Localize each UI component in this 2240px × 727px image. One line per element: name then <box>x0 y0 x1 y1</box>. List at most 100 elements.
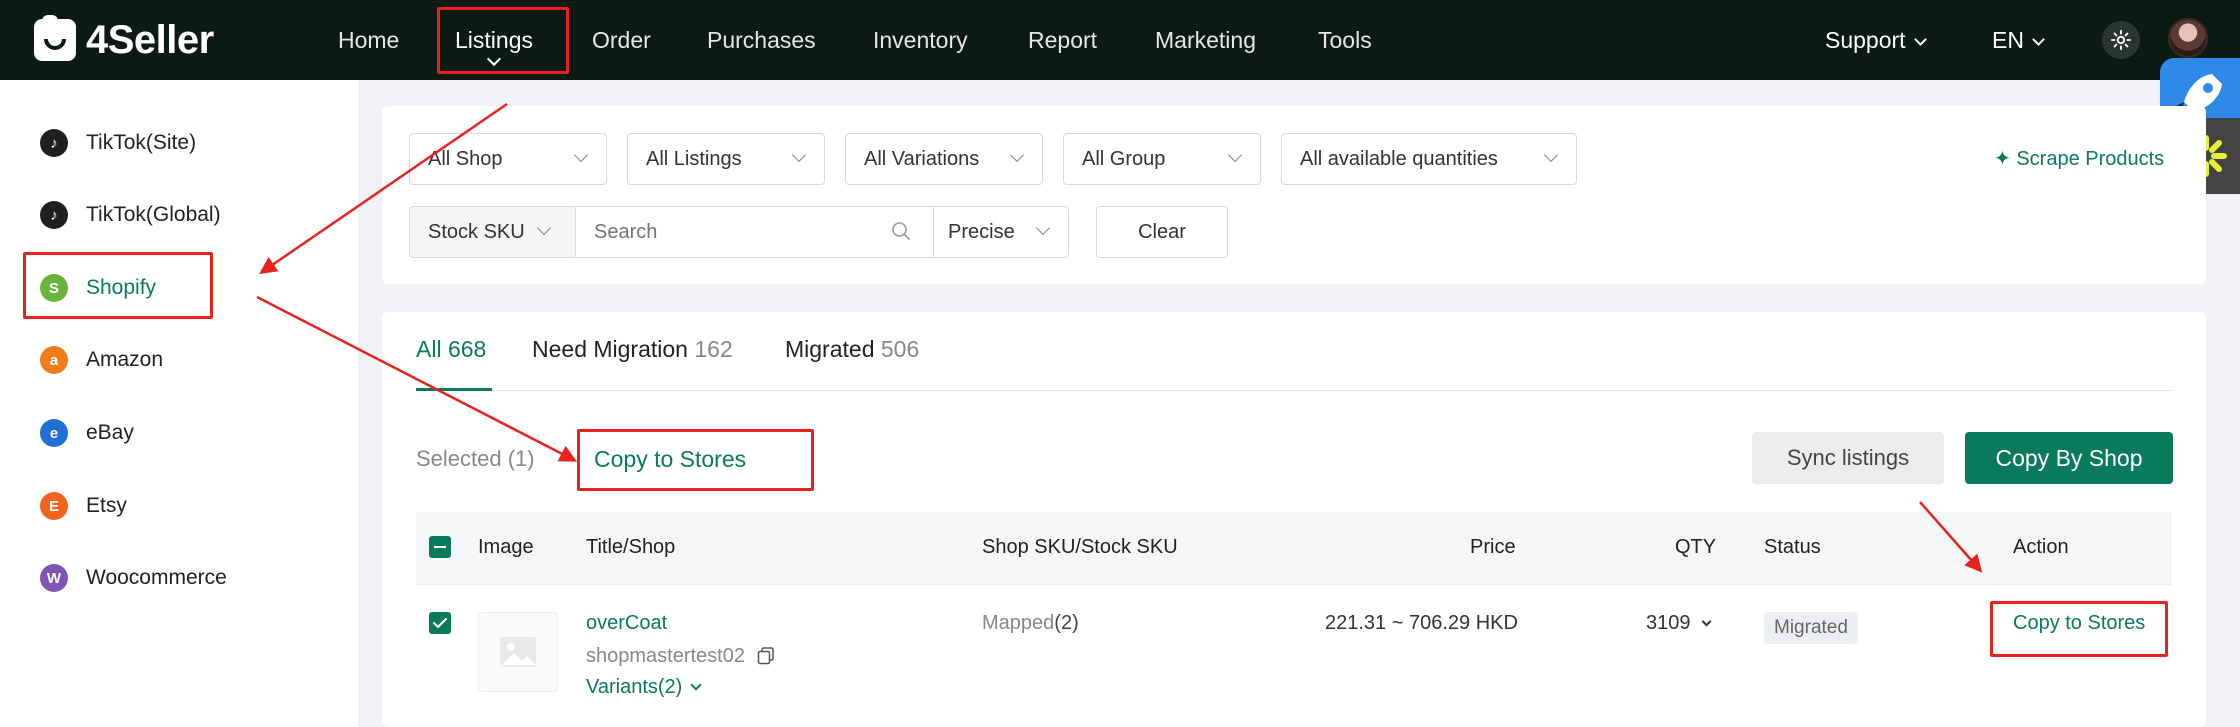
chevron-down-icon <box>536 220 552 236</box>
chevron-down-icon <box>1035 220 1051 236</box>
chevron-down-icon <box>1009 147 1025 163</box>
nav-report[interactable]: Report <box>1028 0 1097 80</box>
tab-label: Need Migration <box>532 336 688 362</box>
ebay-icon: e <box>40 419 68 447</box>
nav-tools[interactable]: Tools <box>1318 0 1372 80</box>
sku-mapping-label: Mapped <box>982 612 1055 634</box>
variations-select[interactable]: All Variations <box>845 133 1043 185</box>
nav-order[interactable]: Order <box>592 0 651 80</box>
group-select[interactable]: All Group <box>1063 133 1261 185</box>
sidebar-item-label: Etsy <box>86 494 127 517</box>
col-price: Price <box>1470 536 1516 558</box>
tab-count: 668 <box>447 336 487 362</box>
variants-toggle[interactable]: Variants(2) <box>586 676 702 699</box>
nav-marketing[interactable]: Marketing <box>1155 0 1256 80</box>
sku-mapping-count: (2) <box>1054 612 1079 634</box>
shop-select[interactable]: All Shop <box>409 133 607 185</box>
nav-listings[interactable]: Listings <box>455 0 533 80</box>
col-qty: QTY <box>1675 536 1717 558</box>
col-action: Action <box>2013 536 2069 558</box>
chevron-down-icon <box>573 147 589 163</box>
sidebar-item-ebay[interactable]: e eBay <box>40 416 134 450</box>
active-tab-indicator <box>416 388 492 391</box>
logo-text: 4Seller <box>86 17 214 62</box>
chevron-down-icon <box>791 147 807 163</box>
sku-mapping[interactable]: Mapped(2) <box>982 612 1079 635</box>
image-icon <box>500 637 536 667</box>
search-input[interactable] <box>575 206 934 258</box>
tab-all[interactable]: All 668 <box>416 336 486 363</box>
nav-purchases[interactable]: Purchases <box>707 0 816 80</box>
clear-button[interactable]: Clear <box>1096 206 1228 258</box>
etsy-icon: E <box>40 492 68 520</box>
price-range: 221.31 ~ 706.29 HKD <box>1325 612 1518 634</box>
gear-icon[interactable] <box>2102 21 2140 59</box>
select-all-checkbox[interactable] <box>429 536 451 558</box>
status-badge: Migrated <box>1764 612 1858 644</box>
sync-listings-button[interactable]: Sync listings <box>1752 432 1944 484</box>
chevron-down-icon <box>486 51 502 67</box>
top-nav: 4Seller Home Listings Order Purchases In… <box>0 0 2240 80</box>
avatar[interactable] <box>2168 18 2208 58</box>
sidebar-item-amazon[interactable]: a Amazon <box>40 343 163 377</box>
scrape-products-link[interactable]: ✦ Scrape Products <box>1994 146 2164 171</box>
tab-need-migration[interactable]: Need Migration 162 <box>532 336 733 363</box>
sidebar-item-woocommerce[interactable]: W Woocommerce <box>40 561 227 595</box>
row-copy-to-stores-button[interactable]: Copy to Stores <box>2013 612 2145 635</box>
variations-select-value: All Variations <box>864 148 980 170</box>
bag-logo-icon <box>34 15 76 61</box>
nav-support[interactable]: Support <box>1825 0 1927 80</box>
nav-inventory[interactable]: Inventory <box>873 0 968 80</box>
group-select-value: All Group <box>1082 148 1166 170</box>
sidebar-item-label: TikTok(Site) <box>86 131 197 154</box>
product-title-link[interactable]: overCoat <box>586 612 667 635</box>
sidebar-item-etsy[interactable]: E Etsy <box>40 489 127 523</box>
nav-language[interactable]: EN <box>1992 0 2045 80</box>
tab-label: Migrated <box>785 336 875 362</box>
copy-icon[interactable] <box>757 647 775 671</box>
sidebar-item-label: Amazon <box>86 348 164 371</box>
match-mode-select[interactable]: Precise <box>933 206 1069 258</box>
nav-home[interactable]: Home <box>338 0 399 80</box>
copy-by-shop-button[interactable]: Copy By Shop <box>1965 432 2173 484</box>
qty-dropdown[interactable]: 3109 <box>1646 612 1711 635</box>
chevron-down-icon <box>1913 33 1927 46</box>
col-sku: Shop SKU/Stock SKU <box>982 536 1178 558</box>
sidebar <box>0 80 358 727</box>
nav-language-label: EN <box>1992 27 2024 53</box>
sidebar-item-label: eBay <box>86 421 134 444</box>
logo[interactable]: 4Seller <box>34 15 214 62</box>
selected-count: Selected (1) <box>416 446 535 471</box>
product-shop: shopmastertest02 <box>586 644 775 668</box>
sidebar-item-tiktok-global[interactable]: ♪ TikTok(Global) <box>40 198 221 232</box>
sidebar-item-tiktok-site[interactable]: ♪ TikTok(Site) <box>40 126 196 160</box>
sidebar-item-shopify[interactable]: S Shopify <box>40 271 156 305</box>
tab-count: 162 <box>694 336 733 362</box>
chevron-down-icon <box>690 679 702 691</box>
quantities-select[interactable]: All available quantities <box>1281 133 1577 185</box>
nav-listings-label: Listings <box>455 27 533 53</box>
sidebar-item-label: TikTok(Global) <box>86 203 221 226</box>
copy-to-stores-button[interactable]: Copy to Stores <box>594 446 746 473</box>
quantities-select-value: All available quantities <box>1300 148 1498 170</box>
qty-value: 3109 <box>1646 612 1691 634</box>
shopify-icon: S <box>40 274 68 302</box>
product-image-placeholder <box>478 612 558 692</box>
listings-select[interactable]: All Listings <box>627 133 825 185</box>
tiktok-icon: ♪ <box>40 129 68 157</box>
table-header <box>416 512 2172 584</box>
amazon-icon: a <box>40 346 68 374</box>
row-checkbox[interactable] <box>429 612 451 634</box>
match-mode-value: Precise <box>948 221 1015 243</box>
scrape-products-label: Scrape Products <box>2016 148 2165 170</box>
chevron-down-icon <box>1701 616 1711 627</box>
product-shop-name: shopmastertest02 <box>586 645 745 667</box>
sparkle-icon: ✦ <box>1994 148 2011 170</box>
col-title-shop: Title/Shop <box>586 536 676 558</box>
sidebar-item-label: Woocommerce <box>86 566 227 589</box>
search-field-select[interactable]: Stock SKU <box>409 206 576 258</box>
tab-migrated[interactable]: Migrated 506 <box>785 336 919 363</box>
variants-label: Variants(2) <box>586 676 683 698</box>
listings-select-value: All Listings <box>646 148 742 170</box>
chevron-down-icon <box>1543 147 1559 163</box>
